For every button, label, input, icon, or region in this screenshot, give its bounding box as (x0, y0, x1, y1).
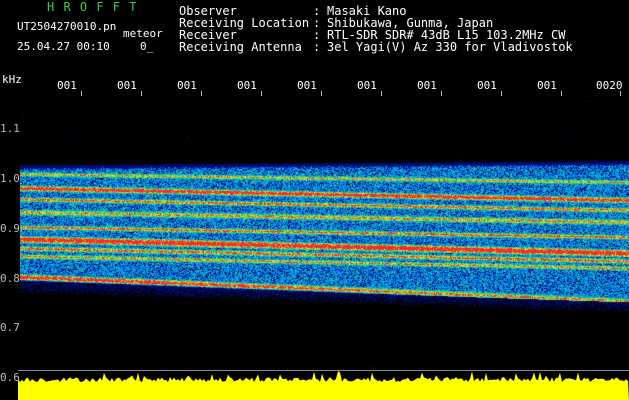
time-tick-label: 001 (537, 79, 557, 92)
time-tick-label: 001 (177, 79, 197, 92)
info-label-antenna: Receiving Antenna (179, 40, 302, 54)
frequency-tick-label: 1.1 (0, 122, 20, 135)
app-title: H R O F F T (47, 0, 138, 14)
frequency-tick-label: 0.6 (0, 371, 20, 384)
timestamp: 25.04.27 00:10 (17, 40, 110, 53)
meteor-count: 0_ (140, 40, 154, 53)
hrofft-window: H R O F F T UT2504270010.pn meteor 25.04… (0, 0, 629, 400)
time-tick-label: 001 (117, 79, 137, 92)
signal-level-fill (18, 371, 629, 400)
time-tick-label: 001 (417, 79, 437, 92)
frequency-tick-label: 0.7 (0, 321, 20, 334)
frequency-tick-label: 1.0 (0, 172, 20, 185)
spectrogram (20, 96, 629, 370)
time-tick-label: 001 (297, 79, 317, 92)
signal-level-bar (18, 371, 629, 400)
frequency-unit-label: kHz (2, 73, 22, 86)
time-tick-label: 001 (237, 79, 257, 92)
frequency-tick-label: 0.9 (0, 222, 20, 235)
frequency-tick-label: 0.8 (0, 272, 20, 285)
file-name: UT2504270010.pn (17, 20, 117, 33)
time-tick-label: 001 (357, 79, 377, 92)
time-tick-label: 001 (477, 79, 497, 92)
time-tick-label: 001 (57, 79, 77, 92)
info-value-antenna: 3el Yagi(V) Az 330 for Vladivostok (327, 40, 573, 54)
info-colon: : (313, 40, 321, 54)
meteor-label: meteor (123, 27, 163, 40)
time-tick-label: 0020 (596, 79, 623, 92)
